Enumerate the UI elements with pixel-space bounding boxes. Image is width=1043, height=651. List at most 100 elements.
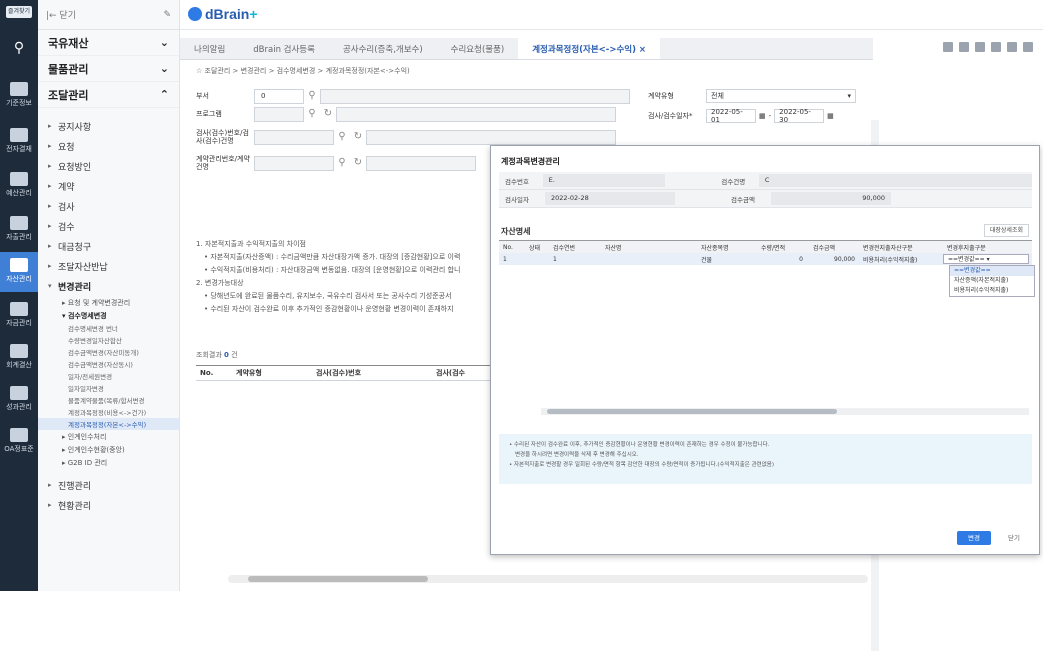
inspect-no-input[interactable]: [254, 129, 334, 145]
date-to-input[interactable]: 2022-05-30: [774, 108, 825, 124]
dropdown-option[interactable]: 자산증액(자본적지출): [950, 276, 1034, 286]
sidebar-sub2-item[interactable]: 일자일자변경: [38, 382, 179, 394]
refresh-icon[interactable]: ↻: [352, 157, 364, 169]
tab-notifications[interactable]: 나의알림: [180, 38, 239, 59]
sidebar-group-goods[interactable]: 물품관리 ⌄: [38, 56, 179, 82]
scroll-thumb[interactable]: [547, 409, 837, 414]
modal-horizontal-scrollbar[interactable]: [541, 408, 1029, 415]
refresh-icon[interactable]: ↻: [322, 108, 334, 120]
tab-account-correction[interactable]: 계정과목정정(자본<->수익) ×: [518, 38, 661, 59]
col-quantity[interactable]: 수량/면적: [757, 243, 809, 252]
window-icon[interactable]: [1007, 42, 1017, 52]
notice-line: • 수익적지출(비용처리) : 자산대장금액 변동없음. 대장의 [운영현황]으…: [204, 266, 461, 274]
rail-item-fund[interactable]: 자금관리: [0, 302, 38, 328]
sidebar-item-return[interactable]: ▸ 조달자산반납: [38, 256, 179, 276]
sidebar-sub-inspect-change[interactable]: ▾ 검수명세변경: [38, 309, 179, 322]
sidebar-sub-handover-status[interactable]: ▸ 인계인수현황(중앙): [38, 443, 179, 456]
rail-item-performance[interactable]: 성과관리: [0, 386, 38, 412]
sidebar-sub-contract-change[interactable]: ▸ 요청 및 계약변경관리: [38, 296, 179, 309]
tab-repair-request[interactable]: 수리요청(물품): [437, 38, 519, 59]
after-select[interactable]: ==변경값== ▾: [943, 254, 1029, 264]
scroll-thumb[interactable]: [248, 576, 428, 582]
sidebar-sub-handover[interactable]: ▸ 인계인수처리: [38, 430, 179, 443]
col-asset-name[interactable]: 자산명: [601, 243, 697, 252]
sidebar-item-change[interactable]: ▾ 변경관리: [38, 276, 179, 296]
rail-item-expense[interactable]: 자출관리: [0, 216, 38, 242]
sidebar-sub2-item[interactable]: 계정과목정정(비용<->건가): [38, 406, 179, 418]
search-icon[interactable]: ⚲: [336, 157, 348, 169]
pin-icon[interactable]: ✎: [163, 10, 171, 20]
split-icon[interactable]: [975, 42, 985, 52]
rail-item-oa[interactable]: OA정표준: [0, 428, 38, 454]
star-icon[interactable]: ☆: [196, 67, 205, 75]
grid-header: No. 계약유형 검사(검수)번호 검사(검수: [196, 365, 506, 381]
close-icon[interactable]: [1023, 42, 1033, 52]
logo-mark-icon: [188, 7, 202, 21]
calendar-icon[interactable]: ▦: [827, 112, 834, 120]
sidebar-sub2-item[interactable]: 일자/전세원변경: [38, 370, 179, 382]
calendar-icon[interactable]: ▦: [759, 112, 766, 120]
sidebar-group-procurement[interactable]: 조달관리 ⌃: [38, 82, 179, 108]
type-select[interactable]: 전체 ▾: [706, 89, 856, 103]
search-icon[interactable]: ⚲: [10, 40, 28, 58]
dept-input[interactable]: 0: [254, 88, 304, 104]
col-amount[interactable]: 검수금액: [809, 243, 859, 252]
sidebar-sub2-item[interactable]: 검수금액변경(자산미동개): [38, 346, 179, 358]
close-button[interactable]: 닫기: [997, 531, 1031, 545]
col-inspect-name[interactable]: 검사(검수: [436, 368, 496, 378]
sidebar-sub2-item[interactable]: 물품계약물품(목류/합서변경: [38, 394, 179, 406]
print-icon[interactable]: [959, 42, 969, 52]
col-asset-type[interactable]: 자산종목명: [697, 243, 757, 252]
menu-icon[interactable]: [991, 42, 1001, 52]
sidebar-item-contract[interactable]: ▸ 계약: [38, 176, 179, 196]
tab-bar: 나의알림 dBrain 검사등록 공사수리(증축,개보수) 수리요청(물품) 계…: [180, 38, 873, 60]
sidebar-item-request-method[interactable]: ▸ 요청방인: [38, 156, 179, 176]
sidebar-item-acceptance[interactable]: ▸ 검수: [38, 216, 179, 236]
search-icon[interactable]: ⚲: [306, 90, 318, 102]
change-button[interactable]: 변경: [957, 531, 991, 545]
sidebar-item-status[interactable]: ▸ 현황관리: [38, 495, 179, 515]
sidebar-item-inspect[interactable]: ▸ 검사: [38, 196, 179, 216]
dbrain-logo[interactable]: dBrain+: [188, 6, 258, 22]
search-icon[interactable]: ⚲: [306, 108, 318, 120]
refresh-icon[interactable]: ↻: [352, 131, 364, 143]
sidebar-sub2-item[interactable]: 수량변경일자산합산: [38, 334, 179, 346]
tab-inspect-register[interactable]: dBrain 검사등록: [239, 38, 329, 59]
contract-no-input[interactable]: [254, 155, 334, 171]
rail-item-budget[interactable]: 예산관리: [0, 172, 38, 198]
logo-text: dBrain+: [205, 6, 258, 22]
sidebar-item-notice[interactable]: ▸ 공지사항: [38, 116, 179, 136]
sidebar-item-progress[interactable]: ▸ 진행관리: [38, 475, 179, 495]
rail-item-accounting[interactable]: 회계결산: [0, 344, 38, 370]
col-inspect-no[interactable]: 검사(검수)번호: [316, 368, 436, 378]
sidebar-sub2-item[interactable]: 검수명세변경 번너: [38, 322, 179, 334]
sidebar-item-claim[interactable]: ▸ 대금청구: [38, 236, 179, 256]
search-icon[interactable]: ⚲: [336, 131, 348, 143]
rail-item-basic[interactable]: 기준정보: [0, 82, 38, 108]
rail-item-asset[interactable]: 자산관리: [0, 252, 38, 292]
sidebar-sub-g2b[interactable]: ▸ G2B ID 관리: [38, 456, 179, 469]
ledger-detail-button[interactable]: 대장상세조회: [983, 224, 1029, 237]
horizontal-scrollbar[interactable]: [228, 575, 868, 583]
dropdown-option[interactable]: ==변경값==: [950, 266, 1034, 276]
col-after[interactable]: 변경후지출구분: [943, 243, 1029, 252]
sidebar-sub2-item-active[interactable]: 계정과목정정(자본<->수익): [38, 418, 179, 430]
program-input[interactable]: [254, 106, 304, 122]
col-before[interactable]: 변경전지출자산구분: [859, 243, 943, 252]
favorites-button[interactable]: 즐겨찾기: [6, 6, 32, 18]
col-contract-type[interactable]: 계약유형: [236, 368, 316, 378]
rail-label: 전자결재: [6, 145, 32, 153]
sidebar-close-button[interactable]: |← 닫기: [46, 8, 76, 21]
date-from-input[interactable]: 2022-05-01: [706, 108, 756, 124]
dropdown-option[interactable]: 비용처리(수익적지출): [950, 286, 1034, 296]
col-seq[interactable]: 검수연번: [549, 243, 601, 252]
rail-item-approval[interactable]: 전자결재: [0, 128, 38, 154]
bookmark-icon[interactable]: [943, 42, 953, 52]
sidebar-group-national[interactable]: 국유재산 ⌄: [38, 30, 179, 56]
item-label: 계약: [58, 182, 75, 193]
tab-construction-repair[interactable]: 공사수리(증축,개보수): [329, 38, 437, 59]
asset-grid-row[interactable]: 1 1 건물 0 90,000 비용처리(수익적지출) ==변경값== ▾: [499, 253, 1032, 265]
sidebar-sub2-item[interactable]: 검수금액변경(자산동시): [38, 358, 179, 370]
program-label: 프로그램: [196, 110, 222, 118]
sidebar-item-request[interactable]: ▸ 요청: [38, 136, 179, 156]
